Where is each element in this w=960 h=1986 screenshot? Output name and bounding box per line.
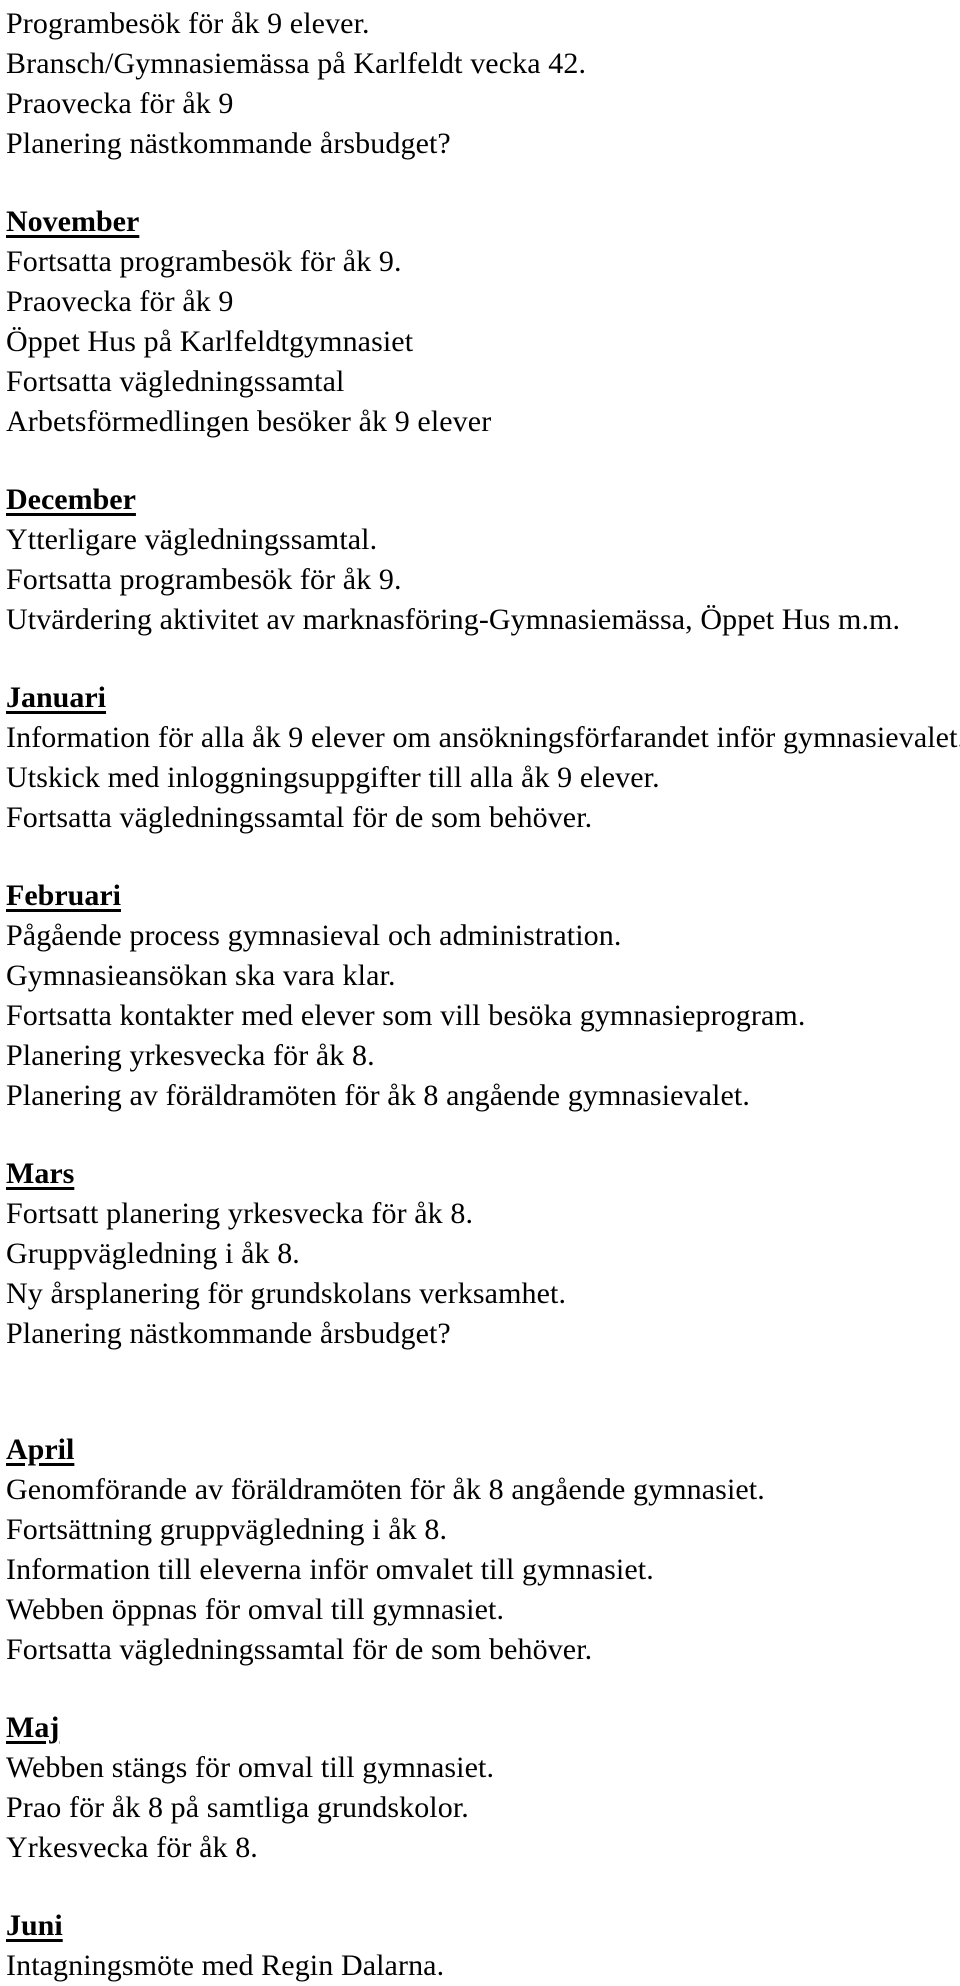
month-heading: December	[6, 483, 136, 516]
document-line: Information till eleverna inför omvalet …	[6, 1553, 654, 1586]
month-heading: November	[6, 205, 140, 238]
document-line: Pågående process gymnasieval och adminis…	[6, 919, 622, 952]
document-line: Praovecka för åk 9	[6, 285, 234, 318]
document-line: Planering av föräldramöten för åk 8 angå…	[6, 1079, 750, 1112]
document-line: Öppet Hus på Karlfeldtgymnasiet	[6, 325, 414, 358]
document-line: Yrkesvecka för åk 8.	[6, 1831, 258, 1864]
month-heading-row: April	[6, 1430, 942, 1470]
document-line: Prao för åk 8 på samtliga grundskolor.	[6, 1791, 469, 1824]
month-heading-row: December	[6, 480, 942, 520]
month-heading-row: Maj	[6, 1708, 942, 1748]
document-line: Arbetsförmedlingen besöker åk 9 elever	[6, 405, 492, 438]
document-line: Webben öppnas för omval till gymnasiet.	[6, 1593, 505, 1626]
document-line: Gruppvägledning i åk 8.	[6, 1237, 300, 1270]
document-line: Genomförande av föräldramöten för åk 8 a…	[6, 1473, 765, 1506]
document-line: Ny årsplanering för grundskolans verksam…	[6, 1277, 567, 1310]
document-body: Programbesök för åk 9 elever. Bransch/Gym…	[6, 4, 960, 1986]
document-line: Planering nästkommande årsbudget?	[6, 1317, 451, 1350]
document-line: Utskick med inloggningsuppgifter till al…	[6, 761, 660, 794]
document-line: Planering nästkommande årsbudget?	[6, 127, 451, 160]
document-line: Gymnasieansökan ska vara klar.	[6, 959, 396, 992]
document-line: Fortsatta vägledningssamtal för de som b…	[6, 1633, 593, 1666]
month-section-juni: Juni Intagningsmöte med Regin Dalarna.	[6, 1906, 942, 1986]
document-line: Fortsatta kontakter med elever som vill …	[6, 999, 806, 1032]
document-page: Programbesök för åk 9 elever. Bransch/Gym…	[0, 0, 960, 1986]
document-line: Programbesök för åk 9 elever.	[6, 7, 370, 40]
month-heading-row: November	[6, 202, 942, 242]
month-heading-row: Februari	[6, 876, 942, 916]
document-line: Fortsatta programbesök för åk 9.	[6, 245, 402, 278]
document-line: Ytterligare vägledningssamtal.	[6, 523, 378, 556]
month-heading-row: Januari	[6, 678, 942, 718]
month-heading: Januari	[6, 681, 107, 714]
month-section-februari: Februari Pågående process gymnasieval och…	[6, 876, 942, 1116]
month-section-december: December Ytterligare vägledningssamtal. Fo…	[6, 480, 942, 640]
intro-paragraph: Programbesök för åk 9 elever. Bransch/Gym…	[6, 4, 942, 164]
document-line: Fortsatta programbesök för åk 9.	[6, 563, 402, 596]
month-section-april: April Genomförande av föräldramöten för å…	[6, 1430, 942, 1670]
month-section-januari: Januari Information för alla åk 9 elever …	[6, 678, 960, 838]
month-heading: Maj	[6, 1711, 60, 1744]
document-line: Fortsatta vägledningssamtal för de som b…	[6, 801, 593, 834]
document-line: Intagningsmöte med Regin Dalarna.	[6, 1949, 445, 1982]
month-heading: Februari	[6, 879, 121, 912]
month-heading: Juni	[6, 1909, 63, 1942]
month-heading-row: Juni	[6, 1906, 942, 1946]
document-line: Planering yrkesvecka för åk 8.	[6, 1039, 375, 1072]
month-section-mars: Mars Fortsatt planering yrkesvecka för åk…	[6, 1154, 942, 1354]
month-section-maj: Maj Webben stängs för omval till gymnasie…	[6, 1708, 942, 1868]
document-line: Fortsatta vägledningssamtal	[6, 365, 345, 398]
month-heading-row: Mars	[6, 1154, 942, 1194]
month-sections: November Fortsatta programbesök för åk 9.…	[6, 164, 960, 1986]
document-line: Praovecka för åk 9	[6, 87, 234, 120]
document-line: Utvärdering aktivitet av marknasföring-G…	[6, 603, 901, 636]
document-line: Fortsättning gruppvägledning i åk 8.	[6, 1513, 448, 1546]
document-line: Information för alla åk 9 elever om ansö…	[6, 721, 960, 754]
document-line: Bransch/Gymnasiemässa på Karlfeldt vecka…	[6, 47, 587, 80]
document-line: Fortsatt planering yrkesvecka för åk 8.	[6, 1197, 474, 1230]
month-heading: April	[6, 1433, 75, 1466]
month-section-november: November Fortsatta programbesök för åk 9.…	[6, 202, 942, 442]
document-line: Webben stängs för omval till gymnasiet.	[6, 1751, 495, 1784]
month-heading: Mars	[6, 1157, 75, 1190]
